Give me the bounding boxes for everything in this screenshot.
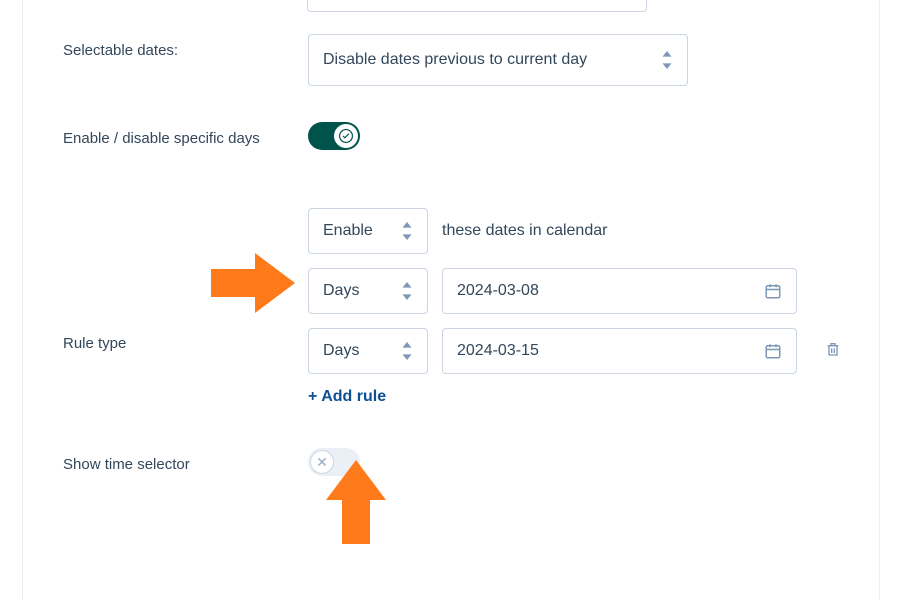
rule-row: Days 2024-03-15 [308,328,841,374]
row-time-selector: Show time selector ✕ [63,416,839,494]
select-rule-unit-value: Days [323,342,359,360]
add-rule-button[interactable]: + Add rule [308,388,386,405]
select-rule-unit-value: Days [323,282,359,300]
toggle-enable-days[interactable] [308,122,360,150]
select-selectable-dates-value: Disable dates previous to current day [323,51,587,69]
date-input-value: 2024-03-08 [457,282,539,300]
annotation-arrow-up [330,458,382,544]
select-rule-action[interactable]: Enable [308,208,428,254]
date-input[interactable]: 2024-03-15 [442,328,797,374]
toggle-knob [334,124,358,148]
caret-updown-icon [401,222,413,240]
trash-icon [825,340,841,358]
rule-action-suffix: these dates in calendar [442,222,607,240]
calendar-icon [764,342,782,360]
row-selectable-dates: Selectable dates: Disable dates previous… [63,16,839,104]
calendar-icon [764,282,782,300]
check-icon [339,129,353,143]
label-enable-days: Enable / disable specific days [63,122,308,147]
annotation-arrow-right [211,257,297,309]
label-selectable-dates: Selectable dates: [63,34,308,59]
rule-row: Days 2024-03-08 [308,268,841,314]
rule-action-line: Enable these dates in calendar [308,208,841,254]
select-selectable-dates[interactable]: Disable dates previous to current day [308,34,688,86]
row-enable-days: Enable / disable specific days [63,104,839,168]
caret-updown-icon [401,282,413,300]
caret-updown-icon [401,342,413,360]
settings-card: Selectable dates: Disable dates previous… [22,0,880,600]
row-rule-type: Rule type Enable these dates in calendar [63,168,839,416]
select-rule-unit[interactable]: Days [308,268,428,314]
date-input[interactable]: 2024-03-08 [442,268,797,314]
date-input-value: 2024-03-15 [457,342,539,360]
label-time-selector: Show time selector [63,448,308,473]
select-rule-unit[interactable]: Days [308,328,428,374]
select-rule-action-value: Enable [323,222,373,240]
rule-block: Enable these dates in calendar Days [308,208,841,406]
caret-updown-icon [661,51,673,69]
delete-rule-button[interactable] [825,340,841,362]
